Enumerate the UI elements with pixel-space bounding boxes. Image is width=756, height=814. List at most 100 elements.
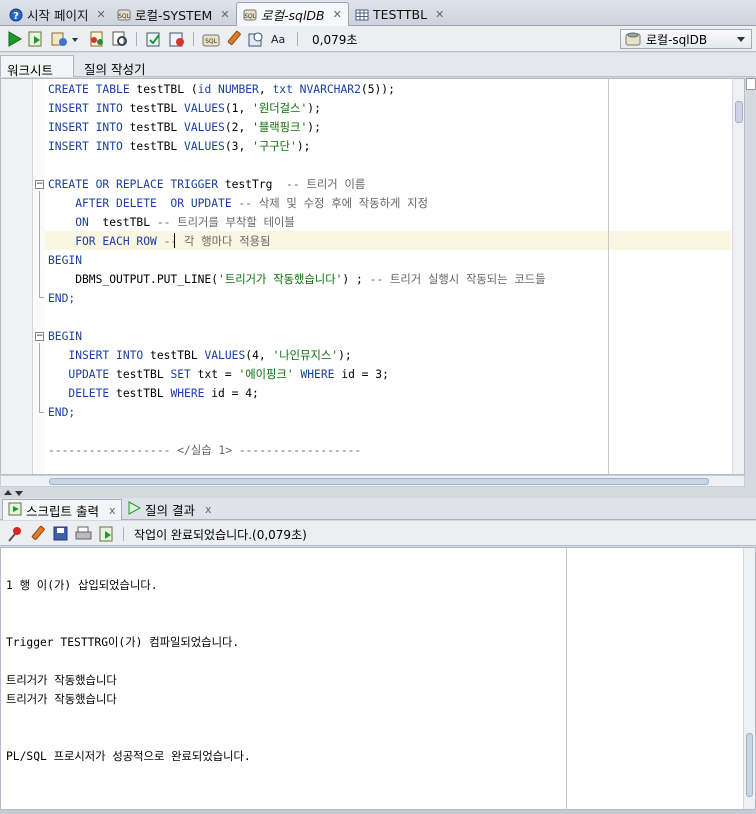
help-icon: ? — [9, 8, 23, 22]
code-token: VALUES — [204, 349, 246, 362]
code-token: SET — [170, 368, 198, 381]
editor-vertical-scrollbar[interactable] — [732, 79, 744, 474]
output-margin-line — [566, 548, 567, 809]
autotrace-icon[interactable] — [50, 30, 68, 48]
scroll-thumb[interactable] — [735, 101, 743, 123]
line-gutter — [1, 79, 33, 474]
tab-start-page[interactable]: ? 시작 페이지 ✕ — [2, 3, 113, 25]
text-cursor — [174, 233, 175, 248]
tab-script-output[interactable]: 스크립트 출력 x — [2, 499, 122, 520]
rollback-icon[interactable] — [168, 30, 186, 48]
script-output-area[interactable]: 1 행 이(가) 삽입되었습니다. Trigger TESTTRG이(가) 컴파일… — [0, 547, 756, 810]
output-vertical-scrollbar[interactable] — [743, 548, 755, 809]
tab-label: 로컬-SYSTEM — [135, 8, 213, 23]
close-icon[interactable]: x — [109, 504, 116, 517]
close-icon[interactable]: ✕ — [96, 8, 105, 21]
output-line: 트리거가 작동했습니다 — [6, 693, 117, 706]
svg-text:Aa: Aa — [271, 33, 285, 46]
code-line: INSERT INTO testTBL VALUES(2, '블랙핑크'); — [48, 118, 321, 137]
commit-icon[interactable] — [145, 30, 163, 48]
code-token: INSERT INTO — [48, 121, 130, 134]
code-token: '트리거가 작동했습니다' — [218, 273, 343, 286]
code-line: DELETE testTBL WHERE id = 4; — [48, 384, 258, 403]
code-token: UPDATE — [48, 368, 117, 381]
code-line: BEGIN — [48, 251, 82, 270]
code-token: id = 3; — [341, 368, 389, 381]
chevron-down-icon[interactable] — [15, 491, 23, 496]
right-margin-line — [608, 79, 609, 474]
tab-local-sqldb[interactable]: SQL 로컬-sqlDB ✕ — [236, 2, 349, 26]
tab-label: TESTTBL — [373, 7, 428, 22]
output-toolbar: 작업이 완료되었습니다.(0,079초) — [0, 521, 756, 546]
close-icon[interactable]: x — [205, 503, 212, 516]
save-icon[interactable] — [52, 525, 70, 543]
chevron-down-icon — [737, 37, 745, 42]
tab-testtbl[interactable]: TESTTBL ✕ — [348, 3, 451, 25]
elapsed-time: 0,079초 — [312, 33, 358, 47]
code-token: testTBL — [129, 121, 185, 134]
run-statement-icon[interactable] — [5, 30, 23, 48]
code-token: ) ; — [342, 273, 370, 286]
fold-collapse-icon[interactable]: − — [35, 180, 44, 189]
unshared-sql-icon[interactable]: SQL — [202, 30, 220, 48]
fold-guide — [39, 191, 40, 297]
code-line: BEGIN — [48, 327, 82, 346]
code-token: BEGIN — [48, 254, 83, 267]
close-icon[interactable]: ✕ — [220, 8, 229, 21]
format-case-icon[interactable]: Aa — [270, 30, 288, 48]
code-line: INSERT INTO testTBL VALUES(4, '나인뮤지스'); — [48, 346, 351, 365]
status-bar — [0, 810, 756, 814]
explain-plan-icon[interactable] — [88, 30, 106, 48]
editor-horizontal-scrollbar[interactable] — [0, 475, 745, 487]
code-token: , — [258, 83, 273, 96]
code-token: ------------------ </실습 1> -------------… — [48, 444, 362, 457]
close-icon[interactable]: ✕ — [435, 8, 444, 21]
code-line: ON testTBL -- 트리거를 부착할 테이블 — [48, 213, 295, 232]
tab-label: 질의 결과 — [145, 503, 195, 518]
tab-local-system[interactable]: SQL 로컬-SYSTEM ✕ — [110, 3, 237, 25]
connection-select[interactable]: 로컬-sqlDB — [620, 29, 752, 49]
scroll-thumb[interactable] — [49, 478, 709, 485]
code-token: '블랙핑크' — [252, 121, 308, 134]
chevron-up-icon[interactable] — [4, 490, 12, 495]
history-icon[interactable] — [247, 30, 265, 48]
clear-icon[interactable] — [29, 525, 47, 543]
run-script-icon[interactable] — [98, 525, 116, 543]
code-line: FOR EACH ROW -- 각 행마다 적용됨 — [48, 232, 270, 251]
code-token: WHERE — [170, 387, 212, 400]
panel-splitter[interactable] — [0, 488, 756, 498]
sql-editor[interactable]: − − CREATE TABLE testTBL (id NUMBER, txt… — [0, 78, 745, 475]
clear-icon[interactable] — [225, 30, 243, 48]
code-token: id NUMBER — [197, 83, 259, 96]
close-icon[interactable]: ✕ — [333, 8, 342, 21]
code-token: -- 각 행마다 적용됨 — [163, 235, 271, 248]
fold-collapse-icon[interactable]: − — [35, 332, 44, 341]
code-token: CREATE OR REPLACE TRIGGER — [48, 178, 225, 191]
scroll-thumb[interactable] — [746, 733, 753, 797]
fold-guide — [39, 343, 40, 412]
run-script-icon[interactable] — [27, 30, 45, 48]
code-token: (2, — [224, 121, 253, 134]
chevron-down-icon[interactable] — [72, 38, 78, 42]
code-token: INSERT INTO — [48, 102, 130, 115]
tab-query-builder[interactable]: 질의 작성기 — [78, 55, 151, 77]
table-icon — [355, 8, 369, 22]
code-token: testTBL — [129, 140, 185, 153]
code-line: END; — [48, 289, 75, 308]
code-token: INSERT INTO — [48, 349, 151, 362]
toolbar-separator — [297, 32, 298, 46]
code-token: END; — [48, 406, 76, 419]
code-line: INSERT INTO testTBL VALUES(3, '구구단'); — [48, 137, 310, 156]
overview-checkbox[interactable] — [746, 78, 756, 90]
tab-worksheet[interactable]: 워크시트 — [0, 55, 74, 78]
run-icon — [127, 501, 142, 518]
pin-icon[interactable] — [6, 525, 24, 543]
tab-query-result[interactable]: 질의 결과 x — [122, 499, 217, 520]
print-icon[interactable] — [75, 525, 93, 543]
svg-text:SQL: SQL — [205, 38, 218, 45]
svg-text:?: ? — [13, 11, 19, 22]
sql-tuning-icon[interactable] — [111, 30, 129, 48]
svg-text:SQL: SQL — [244, 13, 256, 20]
code-line: AFTER DELETE OR UPDATE -- 삭제 및 수정 후에 작동하… — [48, 194, 428, 213]
output-line: 1 행 이(가) 삽입되었습니다. — [6, 579, 158, 592]
